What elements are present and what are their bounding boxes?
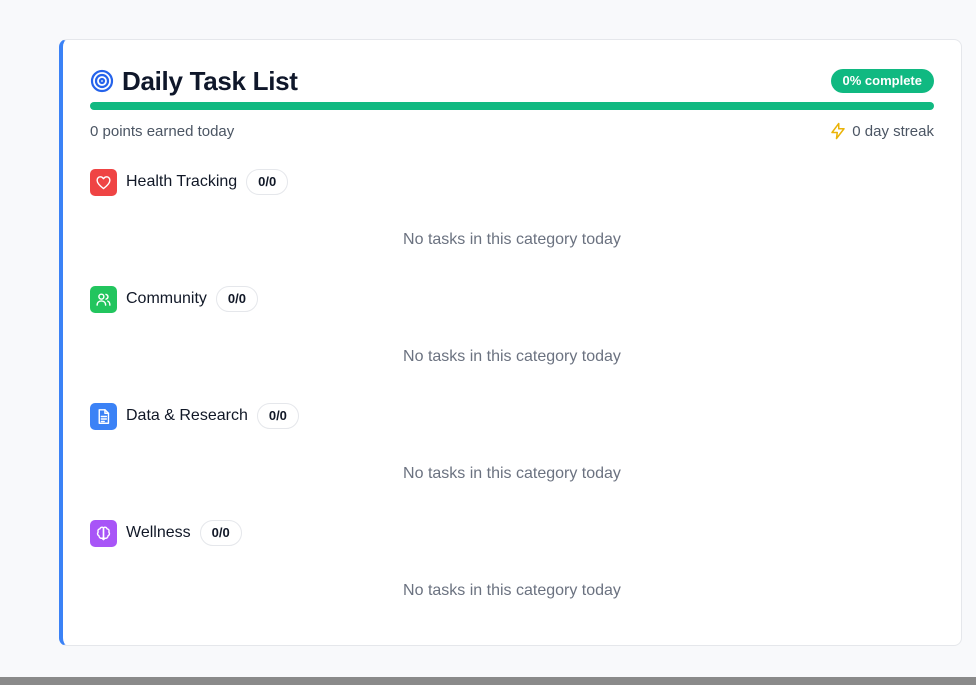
- brain-icon: [90, 519, 117, 547]
- points-text: 0 points earned today: [90, 122, 235, 140]
- category-header[interactable]: Community 0/0: [90, 285, 934, 313]
- card-header: Daily Task List 0% complete: [90, 64, 934, 98]
- users-icon: [90, 285, 117, 313]
- title-wrap: Daily Task List: [90, 66, 298, 97]
- category-health-tracking: Health Tracking 0/0 No tasks in this cat…: [90, 168, 934, 278]
- bottom-bar: [0, 677, 976, 685]
- lightning-icon: [831, 122, 846, 140]
- category-name: Wellness: [126, 524, 191, 541]
- page-title: Daily Task List: [122, 65, 298, 96]
- streak: 0 day streak: [829, 122, 934, 140]
- category-community: Community 0/0 No tasks in this category …: [90, 285, 934, 395]
- category-count: 0/0: [199, 520, 242, 546]
- category-count: 0/0: [246, 169, 289, 195]
- heart-icon: [90, 168, 117, 196]
- category-data-research: Data & Research 0/0 No tasks in this cat…: [90, 402, 934, 512]
- category-header[interactable]: Wellness 0/0: [90, 519, 934, 547]
- document-icon: [90, 402, 117, 430]
- category-name: Community: [126, 290, 207, 307]
- category-wellness: Wellness 0/0 No tasks in this category t…: [90, 519, 934, 629]
- category-count: 0/0: [256, 403, 299, 429]
- stats-row: 0 points earned today 0 day streak: [90, 121, 934, 141]
- streak-text: 0 day streak: [852, 122, 934, 140]
- category-header[interactable]: Health Tracking 0/0: [90, 168, 934, 196]
- progress-bar: [90, 102, 934, 110]
- empty-state: No tasks in this category today: [403, 231, 621, 248]
- empty-state: No tasks in this category today: [403, 465, 621, 482]
- target-icon: [90, 69, 114, 93]
- empty-state: No tasks in this category today: [403, 348, 621, 365]
- daily-task-card: Daily Task List 0% complete 0 points ear…: [59, 39, 962, 646]
- category-count: 0/0: [215, 286, 258, 312]
- category-name: Health Tracking: [126, 173, 238, 190]
- completion-badge: 0% complete: [830, 69, 934, 93]
- category-name: Data & Research: [126, 407, 248, 424]
- category-header[interactable]: Data & Research 0/0: [90, 402, 934, 430]
- empty-state: No tasks in this category today: [403, 582, 621, 599]
